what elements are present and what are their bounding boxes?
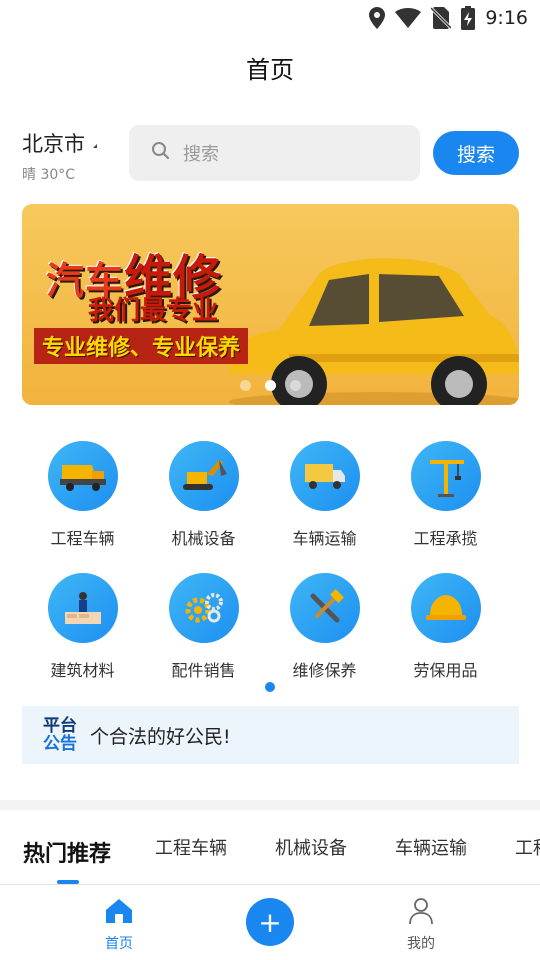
status-icons: 9:16 <box>369 6 528 30</box>
bottom-nav: 首页 + 我的 <box>0 884 540 960</box>
tab-machinery[interactable]: 机械设备 <box>275 834 347 860</box>
category-item-engineering-vehicles[interactable]: 工程车辆 <box>22 441 143 553</box>
user-icon <box>408 897 434 929</box>
truck-icon <box>289 441 360 511</box>
category-grid: 工程车辆 机械设备 车辆运输 工程承揽 建筑材料 配件销售 维修保养 劳保用品 <box>22 441 518 685</box>
building-materials-icon <box>47 573 118 643</box>
category-item-contracting[interactable]: 工程承揽 <box>385 441 506 553</box>
category-label: 维修保养 <box>292 661 357 680</box>
tab-engineering-more[interactable]: 工程 <box>515 834 540 860</box>
add-button[interactable]: + <box>246 898 294 946</box>
grid-page-indicator <box>265 682 275 692</box>
tab-hot-recommend[interactable]: 热门推荐 <box>23 836 111 868</box>
category-label: 机械设备 <box>171 529 236 548</box>
category-item-building-materials[interactable]: 建筑材料 <box>22 573 143 685</box>
city-name: 北京市 <box>22 132 85 156</box>
category-label: 工程承揽 <box>413 529 478 548</box>
category-item-vehicle-transport[interactable]: 车辆运输 <box>264 441 385 553</box>
notice-badge-line1: 平台 <box>43 716 77 736</box>
category-item-repair-maintenance[interactable]: 维修保养 <box>264 573 385 685</box>
battery-charging-icon <box>461 6 476 30</box>
excavator-icon <box>168 441 239 511</box>
tab-engineering-vehicles[interactable]: 工程车辆 <box>155 834 227 860</box>
category-label: 建筑材料 <box>50 661 115 680</box>
status-bar: 9:16 <box>0 0 540 36</box>
notice-badge: 平台 公告 <box>40 717 80 753</box>
banner-subheadline: 我们最专业 <box>88 296 219 326</box>
location-selector[interactable]: 北京市 晴 30°C <box>22 128 122 184</box>
status-time: 9:16 <box>485 7 528 29</box>
nav-home[interactable]: 首页 <box>79 897 159 953</box>
nav-mine-label: 我的 <box>407 936 435 952</box>
notice-text: 个合法的好公民! <box>90 725 231 748</box>
wifi-icon <box>395 8 422 28</box>
banner-dot-active[interactable] <box>265 380 276 391</box>
nav-mine[interactable]: 我的 <box>381 897 461 953</box>
wrench-hammer-icon <box>289 573 360 643</box>
no-sim-icon <box>431 7 452 29</box>
dump-truck-icon <box>47 441 118 511</box>
banner-dot[interactable] <box>240 380 251 391</box>
banner-pagination <box>22 380 519 391</box>
category-label: 劳保用品 <box>413 661 478 680</box>
weather-text: 晴 30°C <box>22 167 76 183</box>
hard-hat-icon <box>410 573 481 643</box>
nav-home-label: 首页 <box>105 936 133 952</box>
search-icon <box>151 141 171 165</box>
category-item-safety-supplies[interactable]: 劳保用品 <box>385 573 506 685</box>
search-input[interactable]: 搜索 <box>129 125 420 181</box>
caret-down-icon <box>93 144 97 148</box>
page-title: 首页 <box>246 56 294 84</box>
search-button[interactable]: 搜索 <box>433 131 519 175</box>
section-divider <box>0 800 540 810</box>
location-icon <box>369 7 386 29</box>
category-label: 配件销售 <box>171 661 236 680</box>
search-placeholder: 搜索 <box>183 144 219 165</box>
category-label: 工程车辆 <box>50 529 115 548</box>
tower-crane-icon <box>410 441 481 511</box>
banner-dot[interactable] <box>290 380 301 391</box>
platform-notice[interactable]: 平台 公告 个合法的好公民! <box>22 706 519 764</box>
home-icon <box>104 897 134 929</box>
category-label: 车辆运输 <box>292 529 357 548</box>
banner-tagline: 专业维修、专业保养 <box>34 328 249 364</box>
tab-vehicle-transport[interactable]: 车辆运输 <box>395 834 467 860</box>
notice-badge-line2: 公告 <box>43 734 77 754</box>
gears-icon <box>168 573 239 643</box>
category-item-machinery[interactable]: 机械设备 <box>143 441 264 553</box>
promo-banner[interactable]: 汽车维修 我们最专业 专业维修、专业保养 <box>22 204 519 405</box>
category-tabs: 热门推荐 工程车辆 机械设备 车辆运输 工程 <box>0 810 540 884</box>
category-item-parts-sales[interactable]: 配件销售 <box>143 573 264 685</box>
